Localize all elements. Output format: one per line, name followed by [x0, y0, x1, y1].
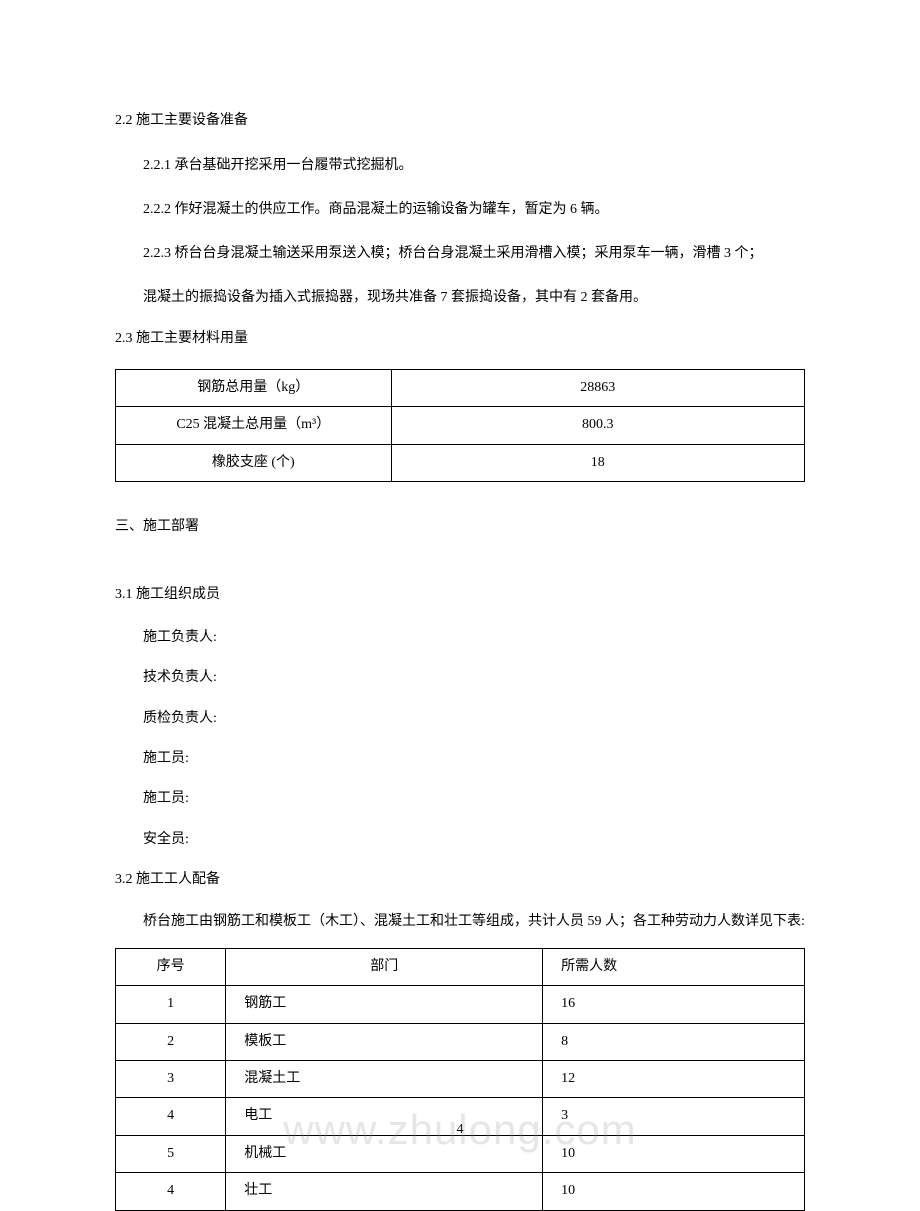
cell-no: 2: [116, 1023, 226, 1060]
item-2-2-3: 2.2.3 桥台台身混凝土输送采用泵送入模；桥台台身混凝土采用滑槽入模；采用泵车…: [143, 240, 805, 268]
role-technical-lead: 技术负责人:: [143, 667, 805, 689]
cell-count: 10: [543, 1173, 805, 1210]
role-constructor-1: 施工员:: [143, 748, 805, 770]
cell-count: 12: [543, 1061, 805, 1098]
cell-count: 16: [543, 986, 805, 1023]
workers-intro: 桥台施工由钢筋工和模板工（木工）、混凝土工和壮工等组成，共计人员 59 人；各工…: [143, 911, 805, 933]
item-2-2-3-cont: 混凝土的振捣设备为插入式振捣器，现场共准备 7 套振捣设备，其中有 2 套备用。: [143, 284, 805, 312]
table-row: 橡胶支座 (个) 18: [116, 444, 805, 481]
material-label: C25 混凝土总用量（m³）: [116, 407, 392, 444]
material-label: 橡胶支座 (个): [116, 444, 392, 481]
item-2-2-2: 2.2.2 作好混凝土的供应工作。商品混凝土的运输设备为罐车，暂定为 6 辆。: [143, 196, 805, 224]
header-count: 所需人数: [543, 948, 805, 985]
table-row: C25 混凝土总用量（m³） 800.3: [116, 407, 805, 444]
role-constructor-2: 施工员:: [143, 788, 805, 810]
material-label: 钢筋总用量（kg）: [116, 369, 392, 406]
table-row: 钢筋总用量（kg） 28863: [116, 369, 805, 406]
cell-dept: 壮工: [226, 1173, 543, 1210]
section-3-heading: 三、施工部署: [115, 516, 805, 538]
section-3-1-heading: 3.1 施工组织成员: [115, 584, 805, 606]
workers-table: 序号 部门 所需人数 1 钢筋工 16 2 模板工 8 3 混凝土工 12 4 …: [115, 948, 805, 1211]
table-header-row: 序号 部门 所需人数: [116, 948, 805, 985]
item-2-2-1: 2.2.1 承台基础开挖采用一台履带式挖掘机。: [143, 152, 805, 180]
page-number: 4: [0, 1119, 920, 1141]
cell-dept: 模板工: [226, 1023, 543, 1060]
table-row: 4 壮工 10: [116, 1173, 805, 1210]
cell-count: 8: [543, 1023, 805, 1060]
header-no: 序号: [116, 948, 226, 985]
material-value: 18: [391, 444, 804, 481]
role-safety: 安全员:: [143, 829, 805, 851]
cell-dept: 混凝土工: [226, 1061, 543, 1098]
section-2-2-heading: 2.2 施工主要设备准备: [115, 110, 805, 132]
section-2-3-heading: 2.3 施工主要材料用量: [115, 328, 805, 350]
cell-dept: 钢筋工: [226, 986, 543, 1023]
header-dept: 部门: [226, 948, 543, 985]
cell-no: 4: [116, 1173, 226, 1210]
table-row: 3 混凝土工 12: [116, 1061, 805, 1098]
section-3-2-heading: 3.2 施工工人配备: [115, 869, 805, 891]
role-construction-lead: 施工负责人:: [143, 627, 805, 649]
material-value: 800.3: [391, 407, 804, 444]
table-row: 1 钢筋工 16: [116, 986, 805, 1023]
role-quality-lead: 质检负责人:: [143, 708, 805, 730]
table-row: 2 模板工 8: [116, 1023, 805, 1060]
cell-no: 1: [116, 986, 226, 1023]
material-value: 28863: [391, 369, 804, 406]
materials-table: 钢筋总用量（kg） 28863 C25 混凝土总用量（m³） 800.3 橡胶支…: [115, 369, 805, 482]
cell-no: 3: [116, 1061, 226, 1098]
